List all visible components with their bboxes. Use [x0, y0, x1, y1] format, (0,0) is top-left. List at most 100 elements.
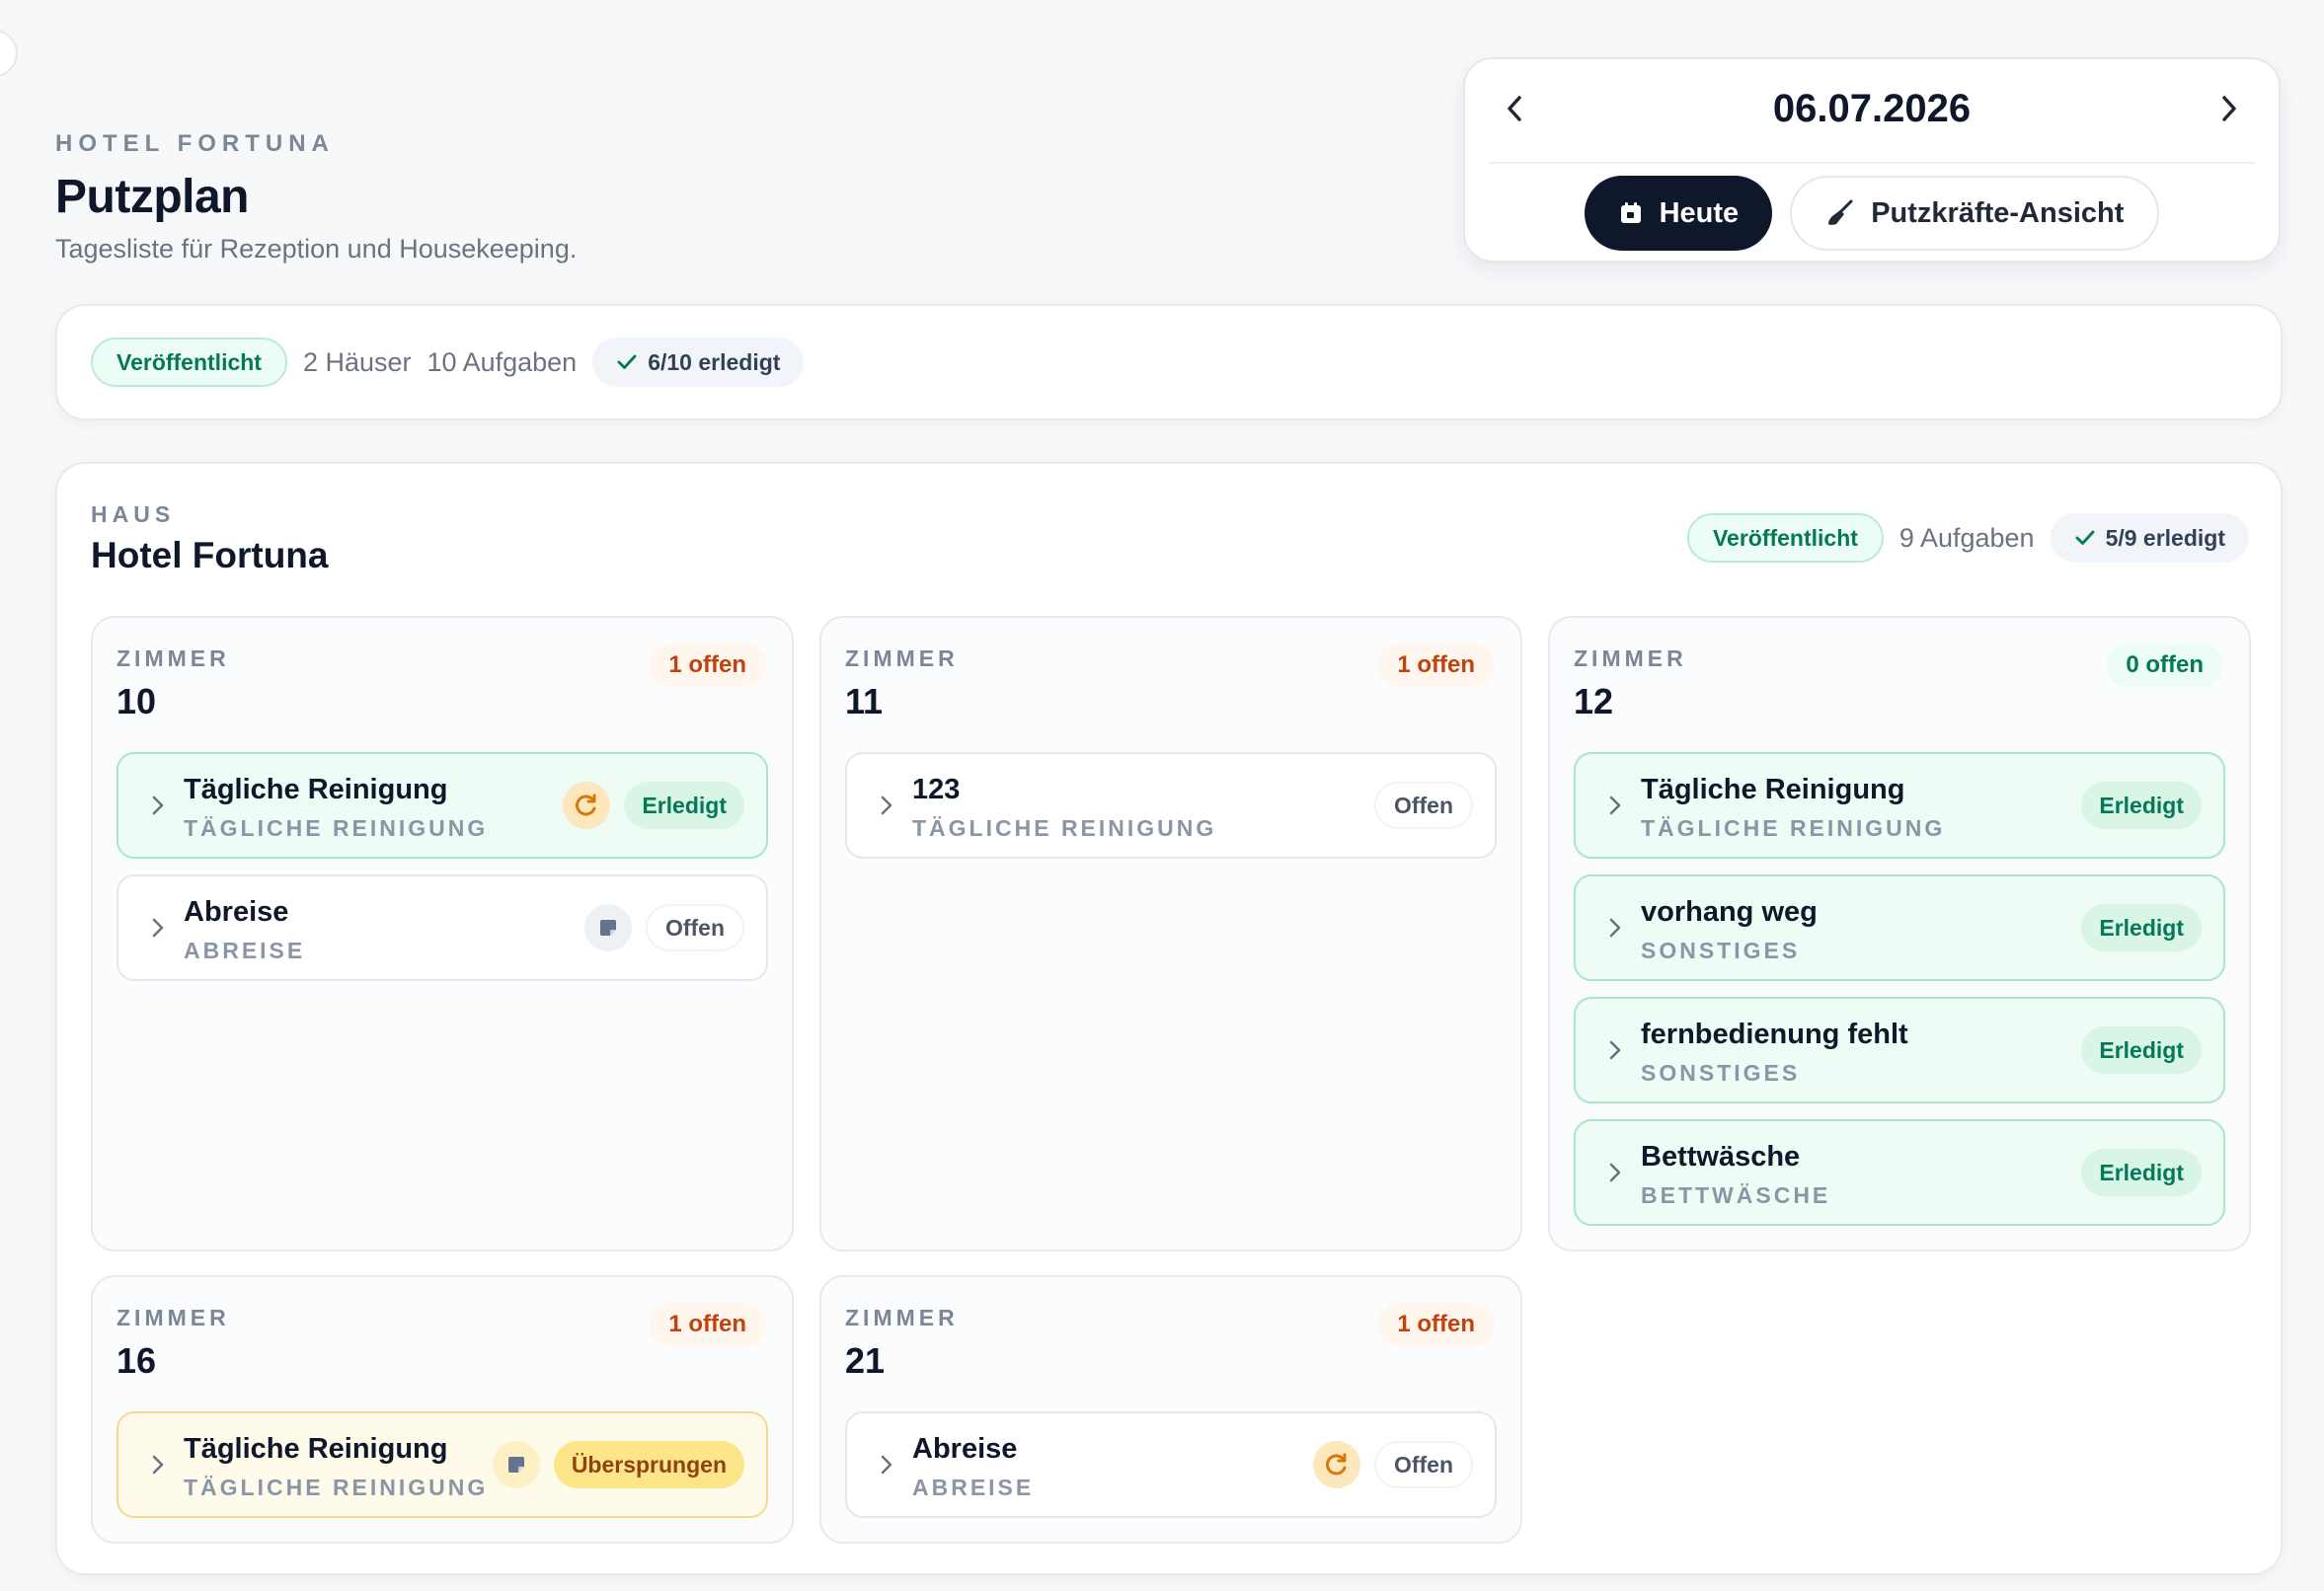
today-label: Heute [1659, 196, 1740, 229]
sidebar-toggle[interactable] [0, 30, 18, 77]
room-number: 21 [845, 1340, 886, 1381]
cleaner-view-label: Putzkräfte-Ansicht [1871, 196, 2125, 229]
date-navigator: 06.07.2026 Heute Putzkräfte-Ansicht [1463, 57, 2281, 263]
task-category: SONSTIGES [1641, 938, 1801, 963]
task-title: Tägliche Reinigung [184, 1433, 448, 1465]
chevron-right-small-icon [1609, 796, 1621, 815]
task-item[interactable]: Abreise ABREISE Offen [845, 1411, 1497, 1518]
task-item[interactable]: Tägliche Reinigung TÄGLICHE REINIGUNG Er… [116, 752, 768, 859]
house-task-count: 9 Aufgaben [1898, 522, 2035, 553]
task-item[interactable]: 123 TÄGLICHE REINIGUNG Offen [845, 752, 1497, 859]
room-eyebrow: ZIMMER [116, 1305, 230, 1330]
task-category: ABREISE [912, 1475, 1035, 1500]
task-category: TÄGLICHE REINIGUNG [184, 815, 489, 841]
task-category: BETTWÄSCHE [1641, 1182, 1831, 1208]
chevron-right-icon [2222, 96, 2236, 121]
done-badge: 6/10 erledigt [592, 338, 805, 387]
today-button[interactable]: Heute [1584, 176, 1773, 251]
room-card-10: ZIMMER 10 1 offen Tägliche Reinigung TÄG… [91, 616, 794, 1251]
task-title: Bettwäsche [1641, 1141, 1801, 1173]
page-title: Putzplan [55, 171, 250, 223]
task-category: TÄGLICHE REINIGUNG [912, 815, 1217, 841]
chevron-right-small-icon [881, 1455, 892, 1475]
chevron-right-small-icon [152, 918, 164, 938]
task-status: Offen [1373, 782, 1473, 829]
room-number: 12 [1574, 681, 1614, 721]
task-item[interactable]: fernbedienung fehlt SONSTIGES Erledigt [1574, 997, 2225, 1103]
room-number: 16 [116, 1340, 157, 1381]
day-summary: Veröffentlicht 2 Häuser 10 Aufgaben 6/10… [55, 304, 2283, 420]
task-category: SONSTIGES [1641, 1060, 1801, 1086]
task-title: fernbedienung fehlt [1641, 1019, 1908, 1050]
room-card-12: ZIMMER 12 0 offen Tägliche Reinigung TÄG… [1548, 616, 2251, 1251]
refresh-icon [1312, 1441, 1360, 1488]
house-count: 2 Häuser [302, 346, 412, 377]
refresh-icon [563, 782, 611, 829]
task-status: Erledigt [2081, 782, 2202, 829]
room-eyebrow: ZIMMER [845, 645, 959, 671]
check-icon [2075, 530, 2094, 545]
task-category: TÄGLICHE REINIGUNG [1641, 815, 1946, 841]
note-icon [583, 904, 632, 951]
note-icon [492, 1441, 540, 1488]
chevron-right-small-icon [881, 796, 892, 815]
task-category: TÄGLICHE REINIGUNG [184, 1475, 489, 1500]
task-item[interactable]: Abreise ABREISE Offen [116, 874, 768, 981]
task-status: Erledigt [2081, 1026, 2202, 1074]
chevron-right-small-icon [1609, 1040, 1621, 1060]
open-count-badge: 1 offen [1377, 644, 1495, 687]
task-title: Abreise [184, 896, 289, 928]
house-stats: Veröffentlicht 9 Aufgaben 5/9 erledigt [1686, 513, 2249, 563]
page-header: HOTEL FORTUNA Putzplan Tagesliste für Re… [55, 130, 577, 265]
task-item[interactable]: vorhang weg SONSTIGES Erledigt [1574, 874, 2225, 981]
next-day-button[interactable] [2208, 87, 2251, 130]
task-count: 10 Aufgaben [426, 346, 578, 377]
chevron-right-small-icon [1609, 918, 1621, 938]
open-count-badge: 1 offen [1377, 1303, 1495, 1346]
room-eyebrow: ZIMMER [845, 1305, 959, 1330]
check-icon [617, 354, 637, 369]
room-number: 11 [845, 681, 884, 721]
task-status: Erledigt [2081, 1149, 2202, 1196]
open-count-badge: 0 offen [2106, 644, 2223, 687]
house-done-badge: 5/9 erledigt [2050, 513, 2249, 563]
room-card-11: ZIMMER 11 1 offen 123 TÄGLICHE REINIGUNG… [819, 616, 1522, 1251]
task-status: Erledigt [2081, 904, 2202, 951]
task-item[interactable]: Tägliche Reinigung TÄGLICHE REINIGUNG Er… [1574, 752, 2225, 859]
cleaner-view-button[interactable]: Putzkräfte-Ansicht [1790, 176, 2160, 251]
room-number: 10 [116, 681, 157, 721]
task-item[interactable]: Tägliche Reinigung TÄGLICHE REINIGUNG Üb… [116, 1411, 768, 1518]
task-title: Abreise [912, 1433, 1018, 1465]
task-item[interactable]: Bettwäsche BETTWÄSCHE Erledigt [1574, 1119, 2225, 1226]
open-count-badge: 1 offen [649, 1303, 766, 1346]
task-status: Erledigt [624, 782, 744, 829]
task-title: vorhang weg [1641, 896, 1818, 928]
chevron-right-small-icon [152, 796, 164, 815]
task-status: Übersprungen [553, 1441, 744, 1488]
house-published-badge: Veröffentlicht [1686, 513, 1884, 563]
chevron-right-small-icon [152, 1455, 164, 1475]
chevron-right-small-icon [1609, 1163, 1621, 1182]
room-card-16: ZIMMER 16 1 offen Tägliche Reinigung TÄG… [91, 1275, 794, 1544]
current-date: 06.07.2026 [1772, 87, 1972, 130]
hotel-eyebrow: HOTEL FORTUNA [55, 130, 335, 157]
house-done-count: 5/9 erledigt [2105, 524, 2225, 551]
room-eyebrow: ZIMMER [1574, 645, 1687, 671]
page-subtitle: Tagesliste für Rezeption und Housekeepin… [55, 234, 578, 264]
house-name: Hotel Fortuna [91, 535, 329, 575]
done-count: 6/10 erledigt [648, 348, 781, 375]
task-category: ABREISE [184, 938, 306, 963]
task-title: Tägliche Reinigung [184, 774, 448, 805]
room-eyebrow: ZIMMER [116, 645, 230, 671]
open-count-badge: 1 offen [649, 644, 766, 687]
task-title: 123 [912, 774, 961, 805]
task-status: Offen [645, 904, 744, 951]
room-card-21: ZIMMER 21 1 offen Abreise ABREISE Offen [819, 1275, 1522, 1544]
calendar-icon [1620, 202, 1641, 223]
house-section: HAUS Hotel Fortuna Veröffentlicht 9 Aufg… [55, 462, 2283, 1575]
task-status: Offen [1373, 1441, 1473, 1488]
task-title: Tägliche Reinigung [1641, 774, 1905, 805]
house-eyebrow: HAUS [91, 501, 176, 527]
published-badge: Veröffentlicht [91, 338, 287, 387]
broom-icon [1828, 199, 1853, 225]
